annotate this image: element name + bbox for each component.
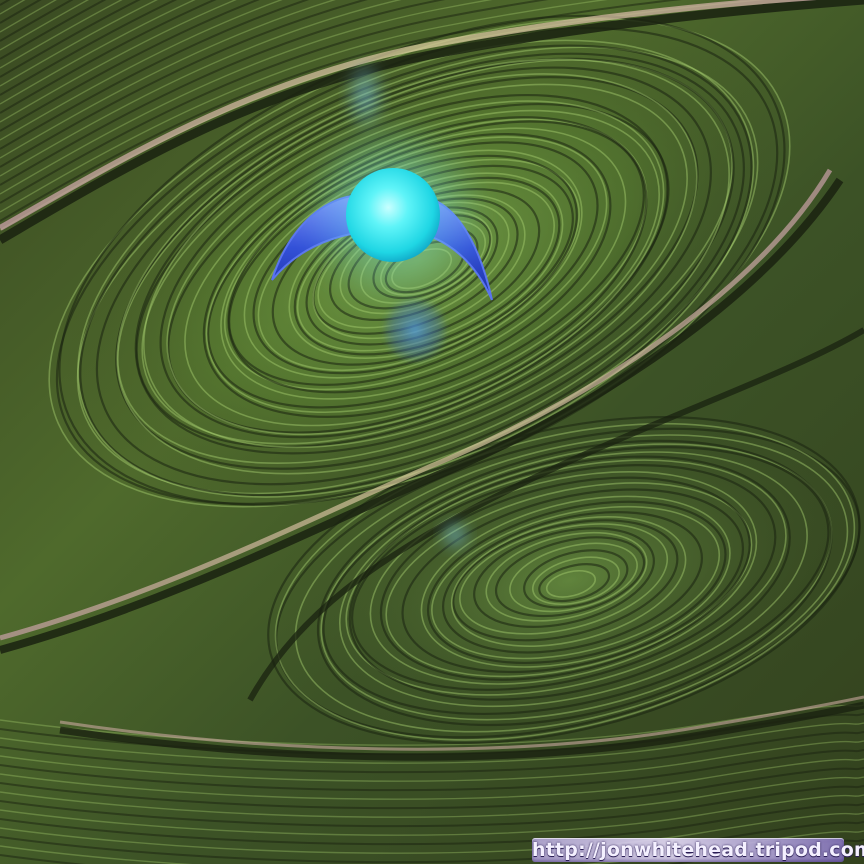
cyan-orb (346, 168, 440, 262)
watermark-banner: http://jonwhitehead.tripod.com (532, 838, 864, 862)
abstract-artwork: http://jonwhitehead.tripod.com (0, 0, 864, 864)
watermark-url: http://jonwhitehead.tripod.com (532, 839, 864, 861)
artwork-canvas (0, 0, 864, 864)
